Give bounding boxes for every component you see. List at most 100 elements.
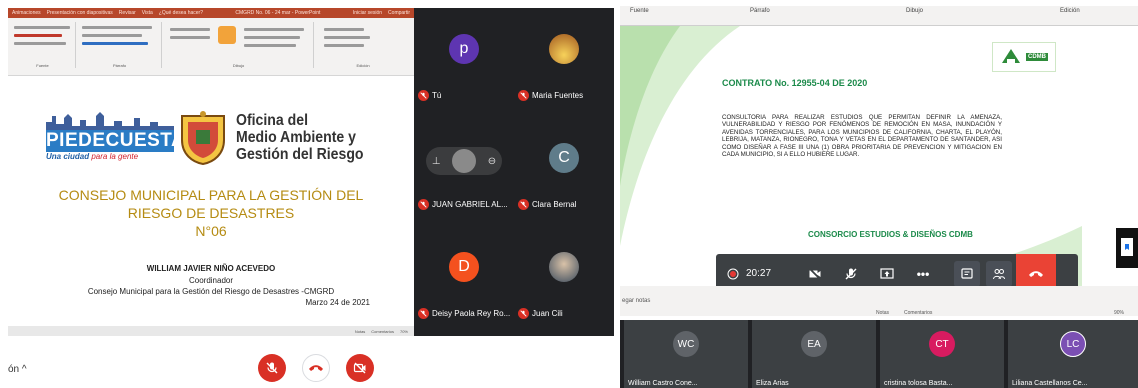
ppt-share-button[interactable]: Compartir [388,10,410,16]
pin-icon[interactable]: ⊥ [432,156,441,167]
participant-name: cristina tolosa Basta... [884,380,953,387]
participant-tile[interactable]: Maria Fuentes [514,8,614,117]
avatar [549,34,579,65]
consortium-name: CONSORCIO ESTUDIOS & DISEÑOS CDMB [808,230,973,239]
mic-off-icon [266,362,278,374]
avatar: CT [929,331,955,357]
notes-toggle[interactable]: Notas [876,310,889,316]
participant-name: Liliana Castellanos Ce... [1012,380,1088,387]
presenter-name: WILLIAM JAVIER NIÑO ACEVEDO [146,264,276,273]
avatar [452,149,477,173]
participant-name: Tú [432,91,442,100]
skyline-icon [46,112,174,132]
slide-date: Marzo 24 de 2021 [305,298,371,307]
participant-tile[interactable]: LC Liliana Castellanos Ce... [1008,320,1138,388]
participant-tile[interactable]: EA Eliza Arias [752,320,876,388]
tile-hover-controls: ⊥ ⊖ [426,147,502,175]
screen-root: Animaciones Presentación con diapositiva… [0,0,1138,388]
participant-name: Eliza Arias [756,380,789,387]
contract-title: CONTRATO No. 12955-04 DE 2020 [722,78,868,88]
more-dots-icon: ••• [916,267,930,281]
chat-icon [961,268,973,279]
camera-off-button[interactable] [802,261,828,287]
comments-toggle[interactable]: Comentarios [371,329,394,334]
side-strip [1082,26,1138,286]
zoom-level[interactable]: 70% [400,329,408,334]
chat-button[interactable] [954,261,980,287]
participant-name: Deisy Paola Rey Ro... [432,309,511,318]
participant-strip: WC William Castro Cone... EA Eliza Arias… [620,320,1138,388]
ribbon-group-drawing: Dibujo [164,22,314,68]
ppt-menu-item[interactable]: Revisar [119,10,136,16]
logo-wordmark: PIEDECUESTA [46,130,186,152]
avatar [549,252,579,283]
ppt-status-bar: Notas Comentarios 70% [8,326,414,336]
logo-slogan: Una ciudad para la gente [46,152,139,161]
add-notes-hint[interactable]: egar notas [622,298,650,304]
slide-heading: CONSEJO MUNICIPAL PARA LA GESTIÓN DEL RI… [58,187,364,239]
share-screen-button[interactable] [874,261,900,287]
shared-slide: CDMB CONTRATO No. 12955-04 DE 2020 CONSU… [620,26,1082,286]
ppt-sign-in[interactable]: Iniciar sesión [353,10,382,16]
ribbon-label: Dibujo [906,8,924,14]
mic-off-icon [418,308,429,319]
participant-name: JUAN GABRIEL AL... [432,200,508,209]
powerpoint-window: Animaciones Presentación con diapositiva… [8,8,414,336]
hangup-button[interactable] [302,354,330,382]
recording-indicator [720,261,746,287]
ppt-notes-bar: egar notas Notas Comentarios 90% [620,286,1138,316]
consortium-logo-icon [1002,49,1020,63]
ppt-search-hint[interactable]: ¿Qué desea hacer? [159,10,203,16]
ribbon-group-font: Fuente [10,22,76,68]
meeting-timer: 20:27 [746,268,772,279]
participant-tile[interactable]: p Tú [414,8,514,117]
avatar: C [549,143,579,174]
office-name: Oficina del Medio Ambiente y Gestión del… [236,112,364,163]
ppt-menu-item[interactable]: Presentación con diapositivas [47,10,113,16]
council-name: Consejo Municipal para la Gestión del Ri… [87,287,335,296]
camera-off-icon [809,268,821,280]
participant-tile[interactable]: D Deisy Paola Rey Ro... [414,226,514,335]
presenter-role: Coordinador [188,276,234,285]
avatar: p [449,34,479,65]
avatar: D [449,252,479,283]
camera-off-button[interactable] [346,354,374,382]
mic-off-icon [518,308,529,319]
avatar: WC [673,331,699,357]
participants-button[interactable] [986,261,1012,287]
share-screen-icon [880,268,894,279]
participant-tile[interactable]: CT cristina tolosa Basta... [880,320,1004,388]
mic-off-icon [418,90,429,101]
right-meet-window: Fuente Párrafo Dibujo Edición CDMB CONTR… [620,0,1138,388]
mic-off-icon [518,90,529,101]
more-options-button[interactable]: ••• [910,261,936,287]
comments-toggle[interactable]: Comentarios [904,310,932,316]
participants-icon [993,269,1005,280]
participant-tile[interactable]: ⊥ ⊖ JUAN GABRIEL AL... [414,117,514,226]
participant-name: Juan Cili [532,309,563,318]
mic-off-button[interactable] [838,261,864,287]
bookmark-icon[interactable] [1121,238,1133,256]
participant-tile[interactable]: C Clara Bernal [514,117,614,226]
ppt-ribbon-group-labels: Fuente Párrafo Dibujo Edición [620,6,1138,26]
participant-name: Maria Fuentes [532,91,584,100]
participant-name: William Castro Cone... [628,380,698,387]
mic-off-button[interactable] [258,354,286,382]
bookmark-panel [1116,228,1138,268]
meeting-details-toggle[interactable]: ón ^ [8,364,27,375]
ppt-title-bar: Animaciones Presentación con diapositiva… [8,8,414,18]
remove-icon[interactable]: ⊖ [488,156,496,167]
zoom-level[interactable]: 90% [1114,310,1124,316]
contract-description: CONSULTORIA PARA REALIZAR ESTUDIOS QUE P… [722,114,1002,159]
record-dot-icon [727,268,739,280]
municipal-crest-icon [181,111,225,166]
ribbon-label: Edición [1060,8,1080,14]
ppt-menu-item[interactable]: Animaciones [12,10,41,16]
participant-tile[interactable]: WC William Castro Cone... [624,320,748,388]
meet-bottom-bar: ón ^ [0,340,614,388]
participant-name: Clara Bernal [532,200,577,209]
notes-toggle[interactable]: Notas [355,329,365,334]
mic-off-icon [518,199,529,210]
ppt-menu-item[interactable]: Vista [142,10,153,16]
participant-tile[interactable]: Juan Cili [514,226,614,335]
